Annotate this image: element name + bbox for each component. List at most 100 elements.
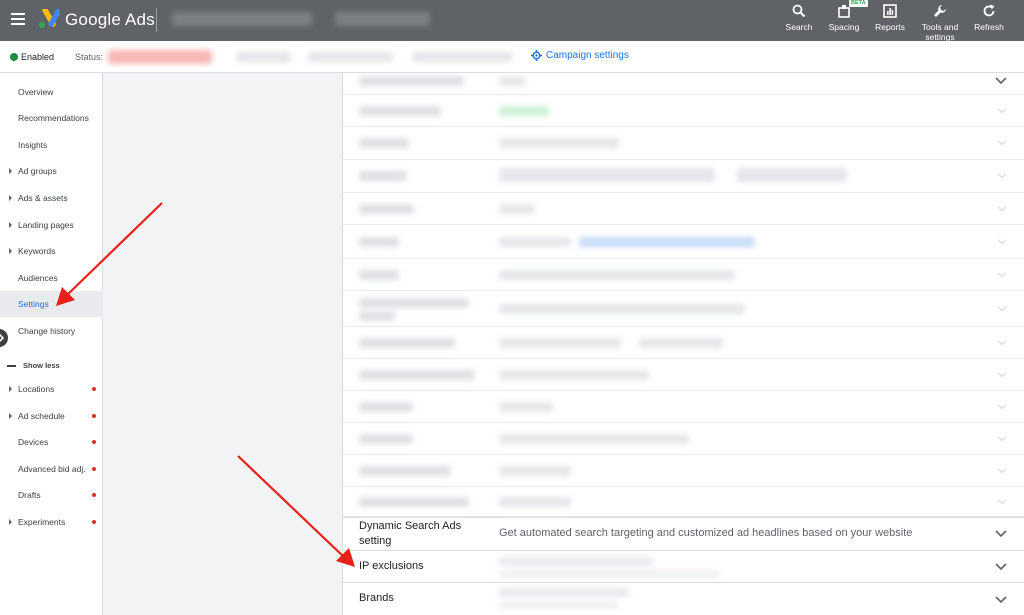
tools-settings-tool[interactable]: Tools and settings: [912, 4, 968, 42]
setting-row-blurred[interactable]: [343, 327, 1024, 359]
budget-blur: [308, 52, 393, 62]
setting-value-blur: [499, 338, 621, 348]
spacing-tool-label: Spacing: [828, 22, 860, 32]
nav-landing-pages[interactable]: Landing pages: [0, 212, 103, 238]
chevron-down-icon: [997, 340, 1007, 346]
bidding-blur: [412, 52, 512, 62]
brands-row[interactable]: Brands: [343, 582, 1024, 615]
wrench-icon: [934, 5, 946, 17]
chevron-down-icon: [995, 563, 1007, 571]
nav-insights[interactable]: Insights: [0, 132, 103, 158]
nav-audiences[interactable]: Audiences: [0, 265, 103, 291]
nav-label: Insights: [18, 140, 48, 150]
chevron-down-icon: [997, 306, 1007, 312]
setting-value-blur: [499, 270, 735, 280]
setting-value-blur: [499, 497, 571, 507]
setting-value-blur: [499, 168, 715, 182]
setting-row-blurred[interactable]: [343, 95, 1024, 127]
chevron-down-icon: [997, 372, 1007, 378]
show-less-toggle[interactable]: Show less: [0, 356, 103, 376]
chevron-down-icon: [997, 239, 1007, 245]
setting-value-blur: [499, 106, 549, 116]
nav-label: Locations: [18, 384, 55, 394]
menu-icon[interactable]: [11, 13, 25, 25]
ip-exclusions-value-blur: [499, 557, 653, 566]
nav-ad-schedule[interactable]: Ad schedule: [0, 403, 103, 429]
status-label: Status:: [75, 52, 104, 62]
nav-label: Overview: [18, 87, 54, 97]
setting-row-blurred[interactable]: [343, 127, 1024, 160]
chevron-down-icon: [997, 272, 1007, 278]
brand-name: Google Ads: [65, 10, 155, 29]
setting-value-blur: [499, 466, 571, 476]
chevron-right-icon: [0, 333, 4, 343]
setting-value-blur: [499, 304, 745, 314]
nav-label: Advanced bid adj.: [18, 464, 86, 474]
reports-tool[interactable]: Reports: [862, 4, 918, 32]
setting-row-blurred[interactable]: [343, 487, 1024, 517]
nav-label: Ad groups: [18, 166, 57, 176]
nav-label: Landing pages: [18, 220, 74, 230]
status-dot-icon: [10, 53, 18, 61]
brands-value-blur: [499, 601, 619, 609]
chevron-down-icon: [997, 140, 1007, 146]
nav-advanced-bid-adj[interactable]: Advanced bid adj.: [0, 456, 103, 482]
setting-row-blurred[interactable]: [343, 225, 1024, 259]
nav-recommendations[interactable]: Recommendations: [0, 105, 103, 131]
setting-row-blurred[interactable]: [343, 423, 1024, 455]
setting-value-blur: [499, 402, 553, 412]
divider: [156, 8, 157, 32]
chevron-down-icon: [995, 77, 1007, 85]
refresh-tool[interactable]: Refresh: [961, 4, 1017, 32]
chevron-down-icon: [995, 596, 1007, 604]
nav-label: Recommendations: [18, 113, 89, 123]
show-less-label: Show less: [23, 361, 60, 370]
setting-label-blur: [359, 370, 475, 380]
nav-label: Drafts: [18, 490, 41, 500]
campaign-settings-label: Campaign settings: [546, 50, 629, 61]
setting-label-blur: [359, 434, 413, 444]
setting-row-blurred[interactable]: [343, 160, 1024, 193]
expand-arrow-icon: [9, 519, 12, 525]
refresh-icon: [983, 4, 995, 17]
setting-row-blurred[interactable]: [343, 73, 1024, 95]
nav-overview[interactable]: Overview: [0, 79, 103, 105]
enabled-status[interactable]: Enabled: [21, 52, 54, 62]
setting-row-blurred[interactable]: [343, 193, 1024, 225]
nav-change-history[interactable]: Change history: [0, 318, 103, 344]
nav-devices[interactable]: Devices: [0, 429, 103, 455]
campaign-settings-link[interactable]: Campaign settings: [531, 50, 629, 61]
nav-ads-assets[interactable]: Ads & assets: [0, 185, 103, 211]
nav-experiments[interactable]: Experiments: [0, 509, 103, 535]
setting-row-blurred[interactable]: [343, 455, 1024, 487]
expand-arrow-icon: [9, 248, 12, 254]
dsa-setting-row[interactable]: Dynamic Search Ads setting Get automated…: [343, 517, 1024, 550]
reports-icon: [883, 4, 897, 18]
setting-value-blur: [737, 168, 847, 182]
brands-label: Brands: [359, 592, 394, 604]
alert-dot-icon: [92, 387, 96, 391]
ip-exclusions-row[interactable]: IP exclusions: [343, 550, 1024, 582]
nav-label: Devices: [18, 437, 49, 447]
setting-row-blurred[interactable]: [343, 359, 1024, 391]
nav-label: Ad schedule: [18, 411, 65, 421]
setting-row-blurred[interactable]: [343, 391, 1024, 423]
setting-label-blur: [359, 402, 413, 412]
chevron-down-icon: [997, 404, 1007, 410]
nav-locations[interactable]: Locations: [0, 376, 103, 402]
setting-label-blur: [359, 466, 451, 476]
nav-settings[interactable]: Settings: [0, 291, 103, 317]
nav-drafts[interactable]: Drafts: [0, 482, 103, 508]
setting-label-blur: [359, 76, 464, 86]
minus-icon: [7, 365, 16, 367]
nav-keywords[interactable]: Keywords: [0, 238, 103, 264]
nav-label: Settings: [18, 299, 49, 309]
nav-ad-groups[interactable]: Ad groups: [0, 158, 103, 184]
setting-row-blurred[interactable]: [343, 291, 1024, 327]
setting-row-blurred[interactable]: [343, 259, 1024, 291]
google-ads-logo: [39, 9, 60, 28]
dsa-setting-label: Dynamic Search Ads setting: [359, 520, 462, 547]
setting-value-blur: [499, 370, 649, 380]
refresh-tool-label: Refresh: [974, 22, 1004, 32]
settings-panel: Dynamic Search Ads setting Get automated…: [342, 73, 1024, 615]
